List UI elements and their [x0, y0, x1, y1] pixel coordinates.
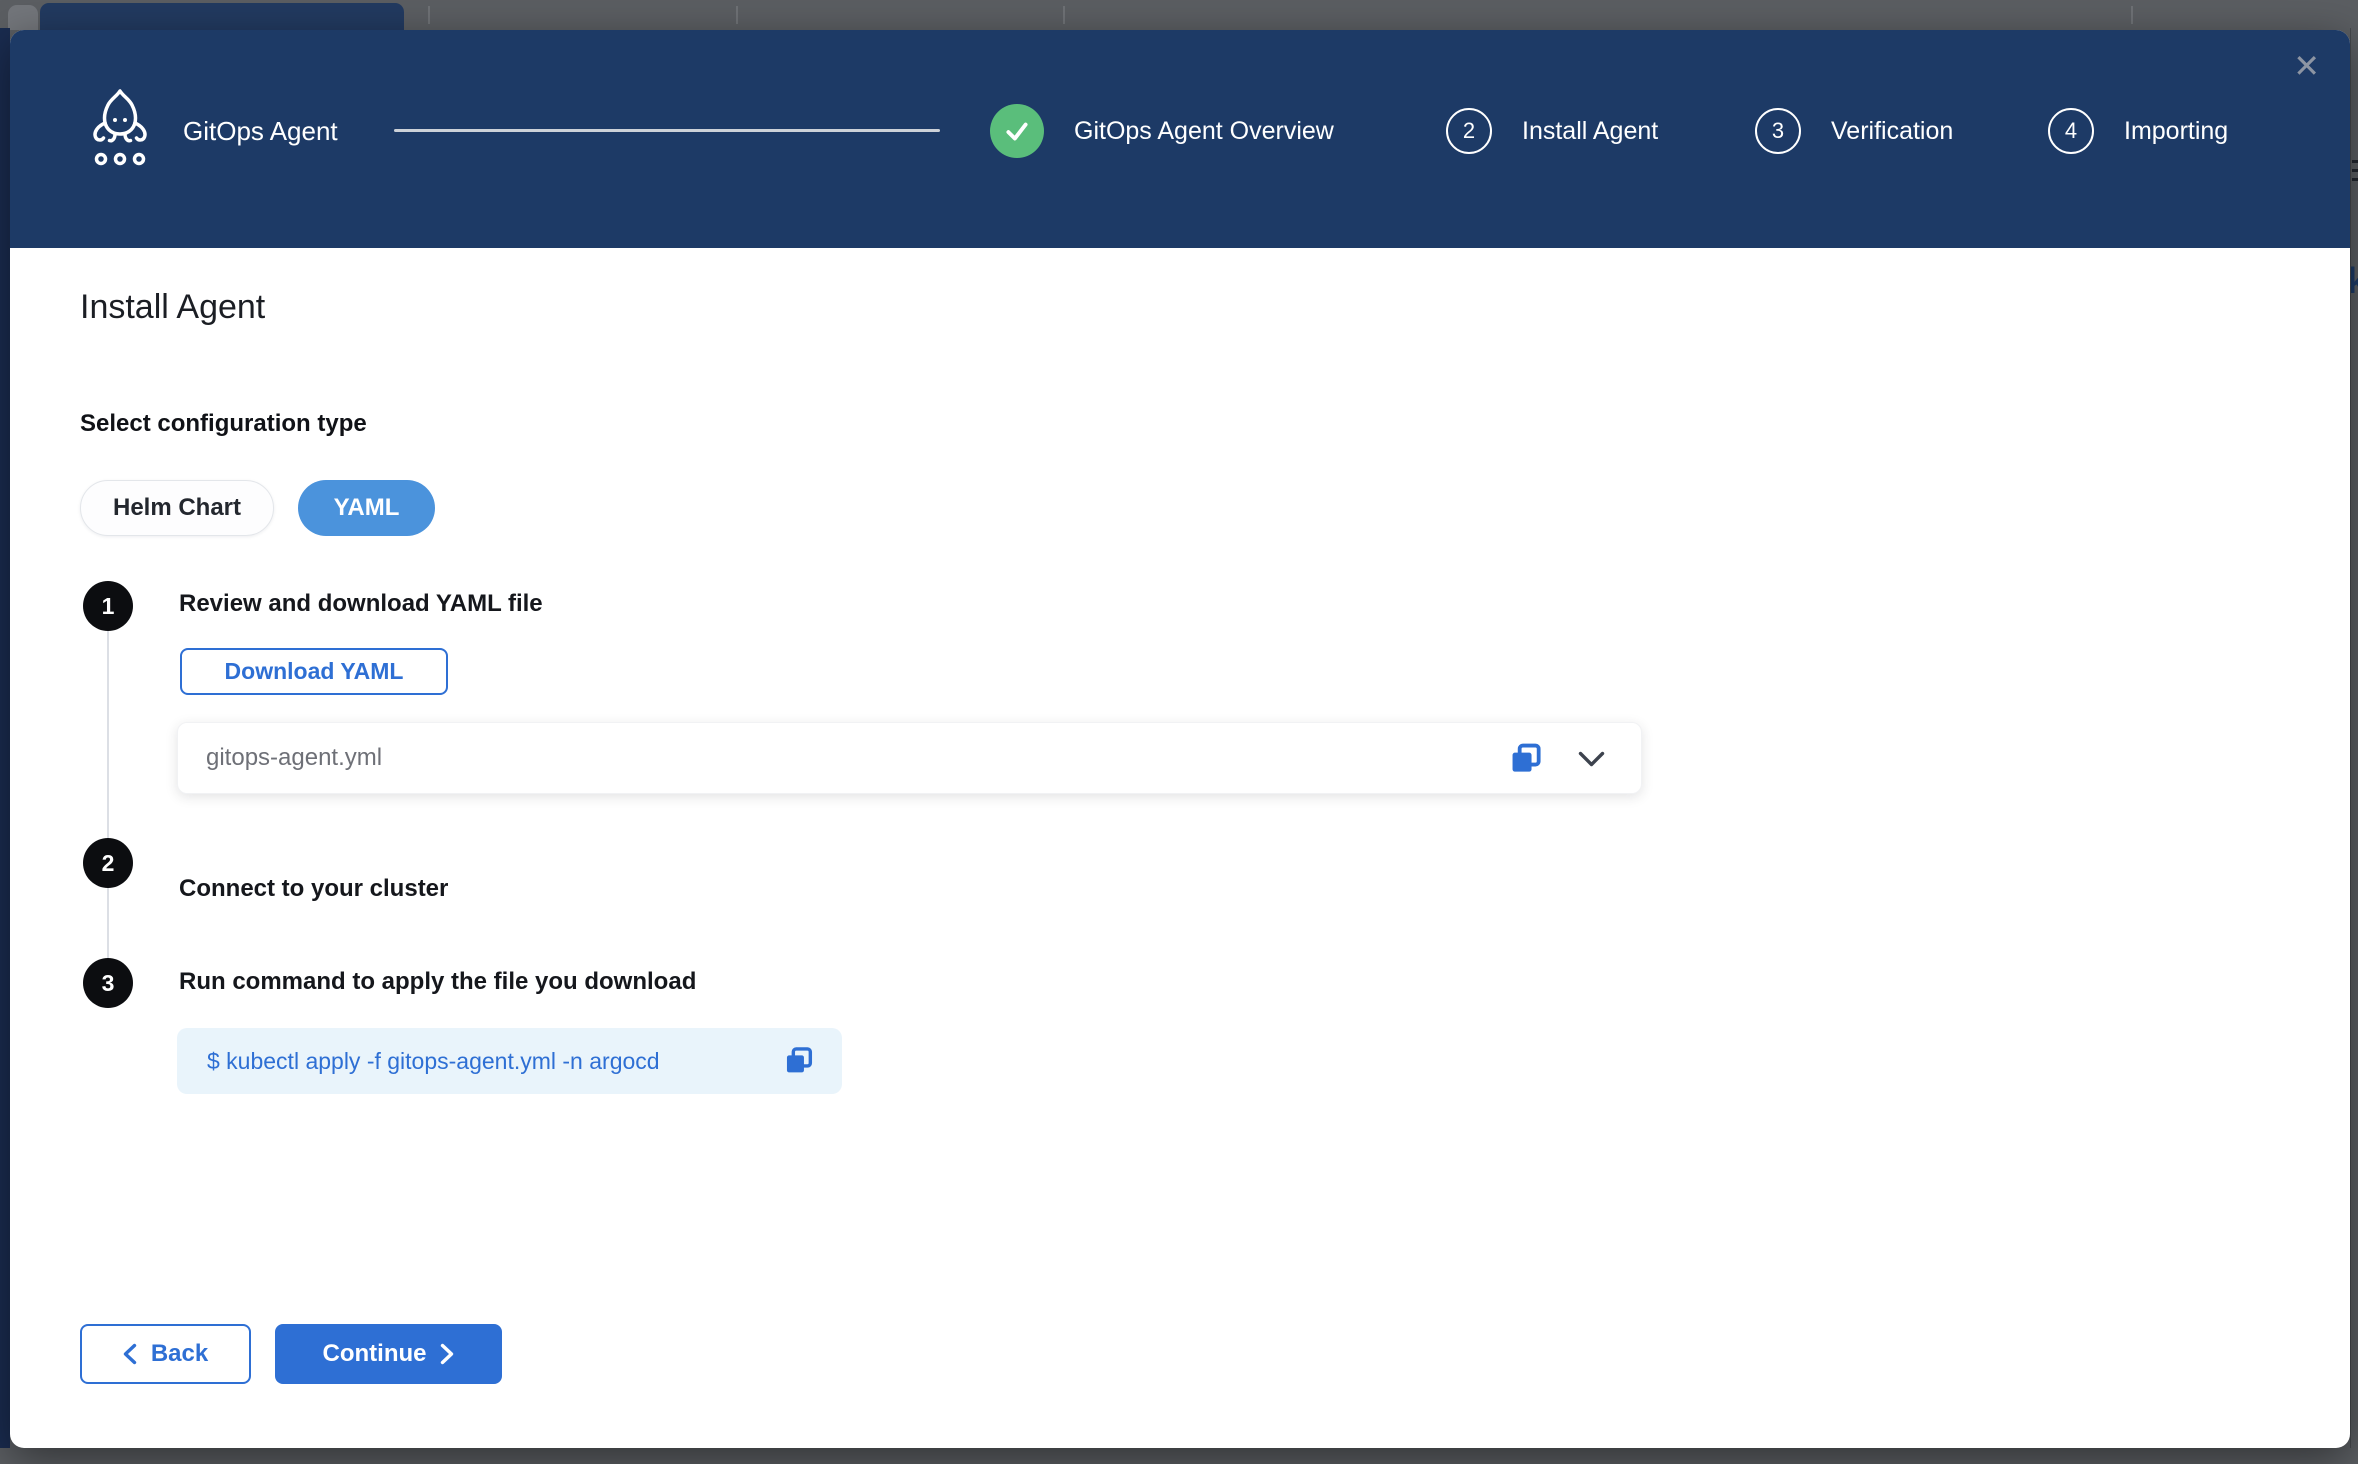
step-number-badge: 2: [1446, 108, 1492, 154]
step-number-badge: 3: [1755, 108, 1801, 154]
kubectl-command-text: $ kubectl apply -f gitops-agent.yml -n a…: [207, 1048, 660, 1075]
step-label: Install Agent: [1522, 117, 1658, 146]
install-step-2-title: Connect to your cluster: [179, 875, 448, 903]
background-right-rail: k: [2350, 28, 2358, 1464]
menu-icon: [2352, 160, 2358, 163]
step-label: Verification: [1831, 117, 1953, 146]
background-tab-strip: [0, 0, 2358, 30]
close-icon[interactable]: ✕: [2293, 50, 2320, 82]
copy-yaml-icon[interactable]: [1507, 740, 1545, 783]
tab-separator: [428, 6, 430, 24]
step-complete-check-icon: [990, 104, 1044, 158]
yaml-file-accordion[interactable]: gitops-agent.yml: [177, 722, 1642, 794]
back-button[interactable]: Back: [80, 1324, 251, 1384]
wizard-brand-title: GitOps Agent: [183, 30, 338, 232]
back-button-label: Back: [151, 1340, 208, 1368]
install-step-1-title: Review and download YAML file: [179, 590, 543, 618]
kubectl-command-box: $ kubectl apply -f gitops-agent.yml -n a…: [177, 1028, 842, 1094]
menu-icon: [2352, 178, 2358, 181]
tab-separator: [736, 6, 738, 24]
install-step-3-badge: 3: [83, 958, 133, 1008]
continue-button-label: Continue: [323, 1340, 427, 1368]
argo-squid-logo-icon: [88, 86, 152, 174]
config-option-yaml[interactable]: YAML: [298, 480, 435, 536]
page-title: Install Agent: [80, 288, 265, 327]
background-tab-corner: [8, 5, 38, 30]
brand-divider-line: [394, 129, 940, 132]
install-step-3-title: Run command to apply the file you downlo…: [179, 968, 696, 996]
wizard-step-install-agent[interactable]: 2 Install Agent: [1446, 30, 1658, 232]
wizard-step-importing[interactable]: 4 Importing: [2048, 30, 2228, 232]
background-bottom-strip: [0, 1448, 2358, 1464]
step-number-badge: 4: [2048, 108, 2094, 154]
background-left-rail: [0, 28, 10, 1464]
step-label: Importing: [2124, 117, 2228, 146]
copy-command-icon[interactable]: [782, 1044, 816, 1083]
wizard-header: GitOps Agent GitOps Agent Overview 2 Ins…: [10, 30, 2350, 248]
chevron-down-icon[interactable]: [1578, 751, 1605, 773]
install-step-2-badge: 2: [83, 838, 133, 888]
config-type-label: Select configuration type: [80, 410, 367, 438]
gitops-agent-wizard-modal: GitOps Agent GitOps Agent Overview 2 Ins…: [10, 30, 2350, 1448]
clipped-background-text: k: [2350, 260, 2358, 302]
tab-separator: [1063, 6, 1065, 24]
download-yaml-button[interactable]: Download YAML: [180, 648, 448, 695]
tab-separator: [2131, 6, 2133, 24]
config-option-helm-chart[interactable]: Helm Chart: [80, 480, 274, 536]
menu-icon: [2352, 169, 2358, 172]
yaml-file-name: gitops-agent.yml: [206, 744, 382, 772]
step-label: GitOps Agent Overview: [1074, 117, 1334, 146]
wizard-step-gitops-agent-overview[interactable]: GitOps Agent Overview: [990, 30, 1334, 232]
continue-button[interactable]: Continue: [275, 1324, 502, 1384]
chevron-left-icon: [123, 1343, 137, 1365]
wizard-step-verification[interactable]: 3 Verification: [1755, 30, 1953, 232]
chevron-right-icon: [440, 1343, 454, 1365]
background-active-tab: [40, 3, 404, 30]
step-connector-line: [107, 606, 109, 983]
install-step-1-badge: 1: [83, 581, 133, 631]
